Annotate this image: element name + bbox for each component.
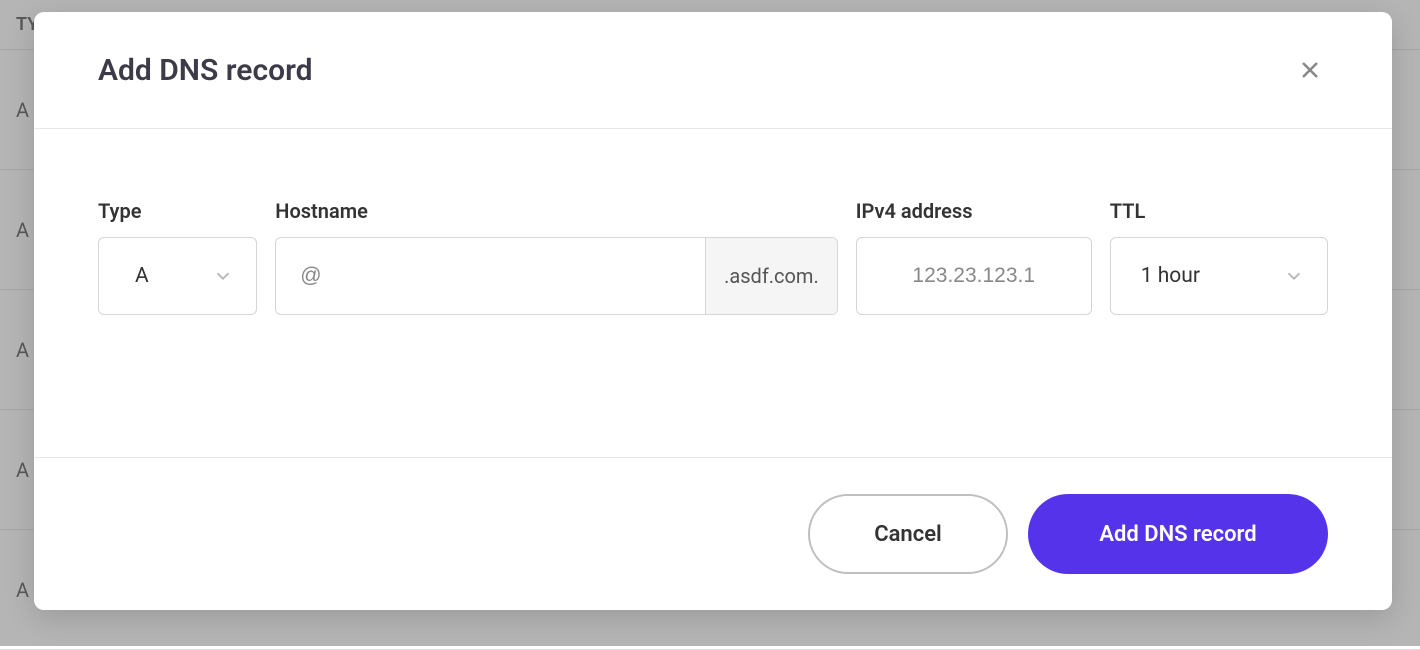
hostname-suffix: .asdf.com. [705,238,837,314]
label-ipv4: IPv4 address [856,199,1092,223]
modal-title: Add DNS record [98,53,312,88]
field-ipv4: IPv4 address [856,199,1092,315]
chevron-down-icon [1283,265,1305,287]
label-type: Type [98,199,257,223]
hostname-input-group: .asdf.com. [275,237,837,315]
add-dns-record-modal: Add DNS record Type A Hostname [34,12,1392,610]
label-ttl: TTL [1110,199,1328,223]
field-type: Type A [98,199,257,315]
close-button[interactable] [1292,52,1328,88]
modal-body: Type A Hostname .asdf.com. IPv4 address [34,129,1392,457]
ipv4-input[interactable] [857,238,1091,314]
modal-header: Add DNS record [34,12,1392,129]
modal-footer: Cancel Add DNS record [34,457,1392,610]
field-ttl: TTL 1 hour [1110,199,1328,315]
form-row: Type A Hostname .asdf.com. IPv4 address [98,199,1328,315]
type-select-value: A [135,264,149,288]
ipv4-input-wrap [856,237,1092,315]
chevron-down-icon [212,265,234,287]
label-hostname: Hostname [275,199,837,223]
submit-button[interactable]: Add DNS record [1028,494,1328,574]
close-icon [1298,58,1322,82]
ttl-select[interactable]: 1 hour [1110,237,1328,315]
ttl-select-value: 1 hour [1141,264,1200,288]
cancel-button[interactable]: Cancel [808,494,1008,574]
type-select[interactable]: A [98,237,257,315]
hostname-input[interactable] [276,238,705,314]
field-hostname: Hostname .asdf.com. [275,199,837,315]
